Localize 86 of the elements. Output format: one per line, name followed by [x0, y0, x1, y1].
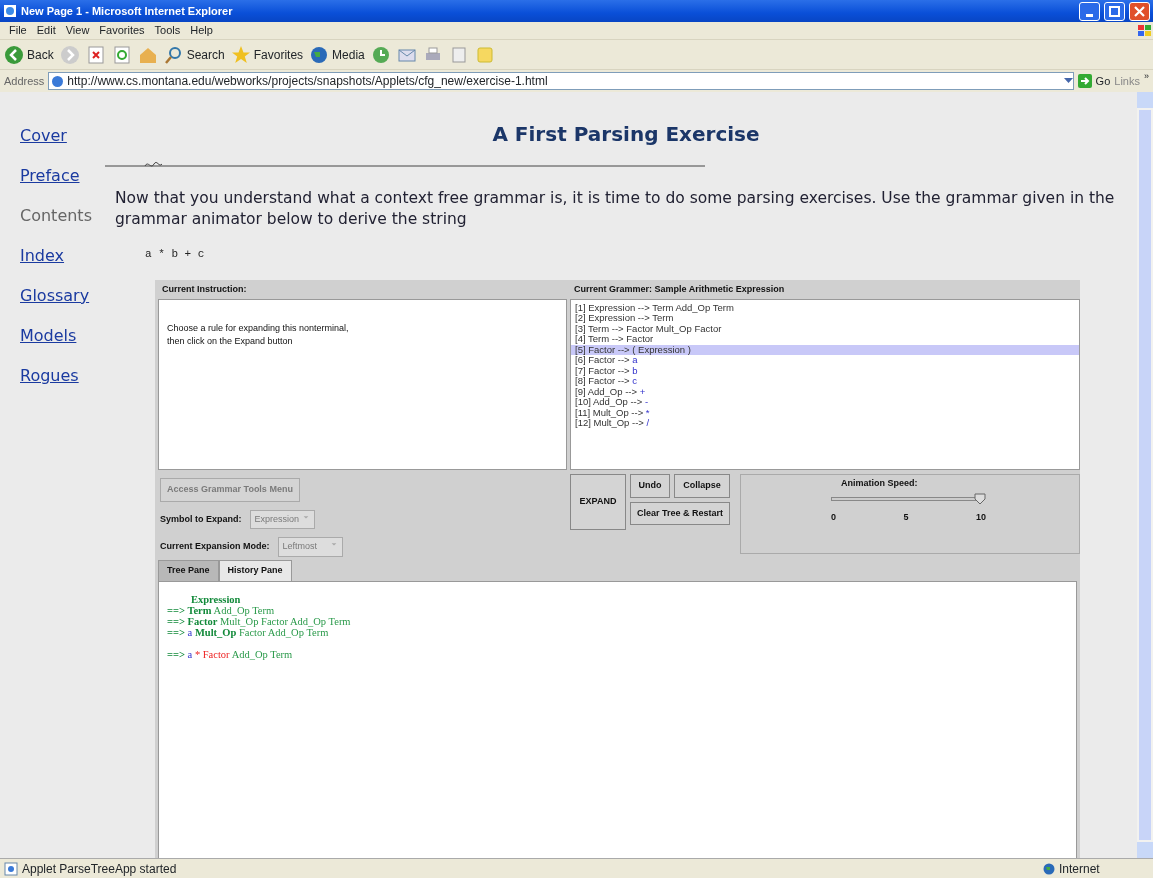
close-icon	[1134, 5, 1145, 17]
menu-item[interactable]: View	[60, 22, 95, 39]
chevron-button[interactable]: »	[1144, 70, 1149, 84]
search-icon	[163, 44, 184, 65]
back-button[interactable]: Back	[4, 44, 54, 65]
page-icon	[4, 861, 18, 876]
note-icon	[474, 44, 495, 65]
derivation-line: Expression	[190, 593, 242, 605]
grammar-rule[interactable]: [6] Factor --> a	[571, 355, 1079, 366]
address-field[interactable]: http://www.cs.montana.edu/webworks/projects/snapshots/Applets/cfg_new/exercise-1.html	[48, 72, 1074, 90]
expand-button[interactable]: EXPAND	[570, 474, 626, 530]
minimize-icon	[1086, 13, 1093, 17]
page-icon	[51, 74, 65, 88]
history-button[interactable]	[370, 44, 391, 65]
derivation-line: ==> a * Factor Add_Op Term	[167, 648, 294, 660]
media-button[interactable]: Media	[309, 44, 365, 65]
history-icon	[370, 44, 391, 65]
globe-icon	[1043, 862, 1055, 875]
tick-label: 0	[831, 510, 837, 524]
refresh-icon	[111, 44, 132, 65]
menu-item[interactable]: Help	[185, 22, 218, 39]
tick-label: 5	[903, 510, 909, 524]
search-button[interactable]: Search	[163, 44, 225, 65]
instruction-text: Choose a rule for expanding this nonterminal,	[167, 321, 350, 335]
panel-title: Current Instruction:	[161, 283, 248, 296]
nav-link[interactable]: Preface	[20, 164, 110, 188]
nav-link[interactable]: Models	[20, 324, 110, 348]
target-string: a * b + c	[145, 248, 205, 260]
nav-link[interactable]: Index	[20, 244, 110, 268]
nav-link[interactable]: Glossary	[20, 284, 110, 308]
intro-paragraph: Now that you understand what a context free grammar is, it is time to do some parsing exercises. Use the grammar given in the grammar animator below to derive the string	[115, 188, 1116, 230]
go-button[interactable]: Go	[1077, 72, 1111, 90]
pane-tab[interactable]: History Pane	[218, 560, 292, 581]
pane-tab[interactable]: Tree Pane	[158, 560, 219, 581]
menu-item[interactable]: Edit	[31, 22, 61, 39]
undo-button[interactable]: Undo	[630, 474, 670, 498]
panel-title: Current Grammer: Sample Arithmetic Expression	[573, 283, 786, 296]
window-title: New Page 1 - Microsoft Internet Explorer	[21, 3, 233, 19]
favorites-button[interactable]: Favorites	[230, 44, 304, 65]
globe-icon	[309, 44, 330, 65]
go-arrow-icon	[1077, 74, 1092, 88]
field-label: Symbol to Expand:	[160, 512, 242, 526]
vertical-scrollbar[interactable]	[1137, 92, 1153, 858]
nav-link[interactable]: Rogues	[20, 364, 110, 388]
speed-label: Animation Speed:	[841, 477, 919, 490]
grammar-rule[interactable]: [7] Factor --> b	[571, 365, 1079, 376]
slider-thumb[interactable]	[974, 492, 987, 505]
collapse-button[interactable]: Collapse	[674, 474, 731, 498]
forward-button[interactable]	[59, 44, 80, 65]
stop-icon	[85, 44, 106, 65]
field-label: Current Expansion Mode:	[160, 540, 270, 553]
tick-label: 10	[976, 510, 987, 524]
instruction-text: then click on the Expand button	[167, 335, 294, 348]
page-heading: A First Parsing Exercise	[491, 122, 761, 146]
page-icon	[3, 4, 17, 18]
grammar-rule[interactable]: [2] Expression --> Term	[571, 313, 1079, 324]
maximize-button[interactable]	[1104, 1, 1125, 21]
close-button[interactable]	[1129, 1, 1150, 21]
grammar-rule[interactable]: [1] Expression --> Term Add_Op Term	[571, 302, 1079, 313]
stop-button[interactable]	[85, 44, 106, 65]
grammar-rule[interactable]: [11] Mult_Op --> *	[571, 407, 1079, 418]
caret-icon	[329, 540, 338, 548]
zone-text: Internet	[1059, 860, 1101, 878]
address-label: Address	[4, 73, 45, 89]
grammar-rule[interactable]: [4] Term --> Factor	[571, 334, 1079, 345]
clear-button[interactable]: Clear Tree & Restart	[630, 501, 731, 525]
refresh-button[interactable]	[111, 44, 132, 65]
derivation-line: ==> Factor Mult_Op Factor Add_Op Term	[167, 615, 352, 627]
star-icon	[230, 44, 251, 65]
menu-item[interactable]: Favorites	[94, 22, 150, 39]
grammar-rule[interactable]: [8] Factor --> c	[571, 376, 1079, 387]
grammar-rule[interactable]: [10] Add_Op --> -	[571, 397, 1079, 408]
derivation-line: ==> Term Add_Op Term	[167, 604, 276, 616]
nav-link[interactable]: Cover	[20, 124, 110, 148]
windows-logo-icon	[1137, 23, 1153, 38]
dropdown-arrow-icon	[1063, 78, 1073, 84]
menu-item[interactable]: Tools	[149, 22, 186, 39]
minimize-button[interactable]	[1079, 1, 1100, 21]
derivation-line: ==> a Mult_Op Factor Add_Op Term	[167, 626, 330, 638]
grammar-rule[interactable]: [3] Term --> Factor Mult_Op Factor	[571, 323, 1079, 334]
status-text: Applet ParseTreeApp started	[22, 860, 177, 878]
grammar-rule[interactable]: [9] Add_Op --> +	[571, 386, 1079, 397]
maximize-icon	[1109, 5, 1120, 17]
grammar-rule[interactable]: [12] Mult_Op --> /	[571, 418, 1079, 429]
menu-item[interactable]: File	[4, 22, 32, 39]
nav-link[interactable]: Contents	[20, 204, 110, 228]
